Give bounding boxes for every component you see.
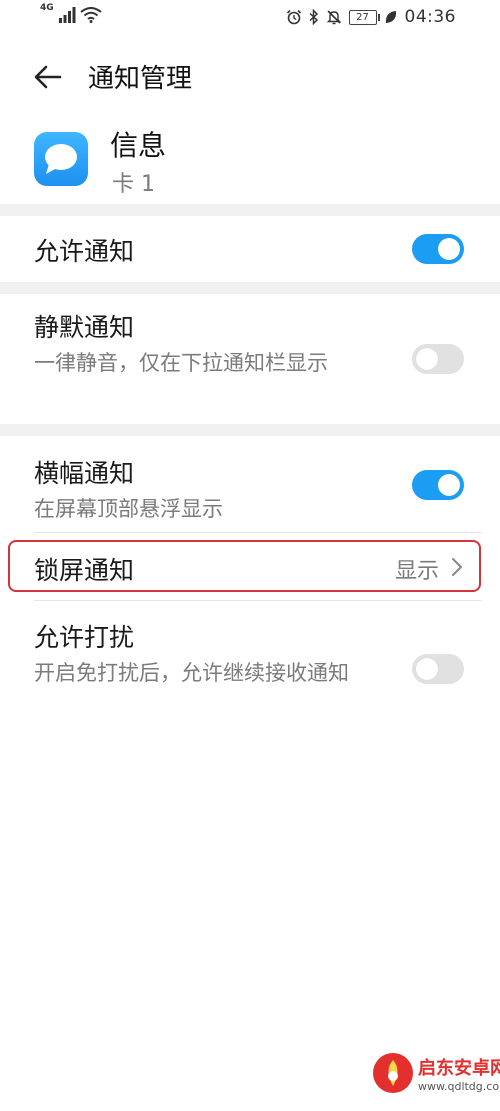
app-name: 信息 <box>110 129 167 162</box>
arrow-left-icon <box>34 65 62 89</box>
app-info: 信息 卡 1 <box>0 118 500 204</box>
watermark-url: www.qdltdg.com <box>418 1080 500 1093</box>
setting-description: 开启免打扰后，允许继续接收通知 <box>34 661 349 685</box>
allow-interruptions-toggle[interactable] <box>412 654 464 684</box>
wifi-icon <box>80 7 102 23</box>
bluetooth-icon <box>308 9 318 25</box>
setting-description: 在屏幕顶部悬浮显示 <box>34 497 223 521</box>
back-button[interactable] <box>30 60 66 94</box>
message-bubble-icon <box>34 132 88 186</box>
status-bar: 4G 27 04:36 <box>0 0 500 38</box>
setting-title: 允许通知 <box>34 237 135 266</box>
app-subtitle: 卡 1 <box>112 172 155 197</box>
toggle-knob <box>416 348 438 370</box>
toggle-knob <box>438 474 460 496</box>
setting-banner-notifications[interactable]: 横幅通知 在屏幕顶部悬浮显示 <box>0 436 500 532</box>
setting-title: 横幅通知 <box>34 459 135 488</box>
status-left: 4G <box>40 3 102 23</box>
section-divider <box>0 204 500 216</box>
toggle-knob <box>438 238 460 260</box>
status-right: 27 04:36 <box>286 7 457 27</box>
chevron-right-icon <box>452 558 462 576</box>
network-type-label: 4G <box>40 3 54 13</box>
toggle-knob <box>416 658 438 680</box>
setting-title: 锁屏通知 <box>34 556 135 585</box>
status-time: 04:36 <box>404 7 456 27</box>
watermark-logo-icon <box>373 1053 413 1093</box>
row-divider <box>34 532 482 533</box>
setting-description: 一律静音，仅在下拉通知栏显示 <box>34 351 328 375</box>
row-divider <box>34 600 482 601</box>
lock-screen-value: 显示 <box>394 559 439 584</box>
setting-allow-notifications[interactable]: 允许通知 <box>0 216 500 282</box>
battery-level: 27 <box>356 11 369 23</box>
banner-notifications-toggle[interactable] <box>412 470 464 500</box>
setting-lock-screen-notifications[interactable]: 锁屏通知 显示 <box>8 540 481 592</box>
signal-icon <box>58 7 76 23</box>
watermark: 启东安卓网 www.qdltdg.com <box>370 1046 500 1111</box>
mute-icon <box>326 10 341 25</box>
setting-allow-interruptions[interactable]: 允许打扰 开启免打扰后，允许继续接收通知 <box>0 604 500 734</box>
section-divider <box>0 282 500 294</box>
silent-notifications-toggle[interactable] <box>412 344 464 374</box>
header: 通知管理 <box>0 50 500 104</box>
setting-title: 静默通知 <box>34 313 135 342</box>
leaf-icon <box>385 11 396 23</box>
watermark-title: 启东安卓网 <box>418 1058 500 1079</box>
setting-title: 允许打扰 <box>34 623 135 652</box>
setting-silent-notifications[interactable]: 静默通知 一律静音，仅在下拉通知栏显示 <box>0 294 500 424</box>
alarm-icon <box>286 9 301 25</box>
battery-icon: 27 <box>348 9 380 25</box>
page-title: 通知管理 <box>88 64 193 94</box>
section-divider <box>0 424 500 436</box>
allow-notifications-toggle[interactable] <box>412 234 464 264</box>
